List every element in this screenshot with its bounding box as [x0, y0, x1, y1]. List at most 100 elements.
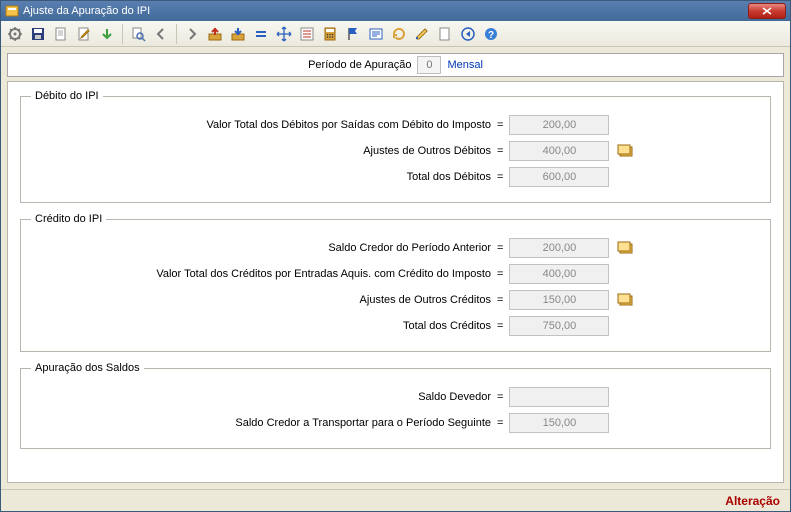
equals-sign: = — [497, 119, 503, 131]
toolbar-separator — [122, 24, 123, 44]
equals-icon — [253, 26, 269, 42]
input-credito-ajustes[interactable] — [509, 290, 609, 310]
input-credito-saldo-anterior[interactable] — [509, 238, 609, 258]
label: Valor Total dos Créditos por Entradas Aq… — [31, 268, 491, 280]
row-saldo-transportar: Saldo Credor a Transportar para o Períod… — [31, 410, 760, 436]
calculator-icon — [322, 26, 338, 42]
row-debito-total-saidas: Valor Total dos Débitos por Saídas com D… — [31, 112, 760, 138]
settings-button[interactable] — [4, 23, 26, 45]
label: Total dos Créditos — [31, 320, 491, 332]
label: Ajustes de Outros Débitos — [31, 145, 491, 157]
rewind-button[interactable] — [457, 23, 479, 45]
detail-credito-saldo-button[interactable] — [615, 238, 637, 258]
window: Ajuste da Apuração do IPI ? — [0, 0, 791, 512]
save-button[interactable] — [27, 23, 49, 45]
detail-debito-ajustes-button[interactable] — [615, 141, 637, 161]
page-button[interactable] — [434, 23, 456, 45]
equals-sign: = — [497, 391, 503, 403]
prev-button[interactable] — [150, 23, 172, 45]
label: Ajustes de Outros Créditos — [31, 294, 491, 306]
next-button[interactable] — [181, 23, 203, 45]
document-icon — [53, 26, 69, 42]
edit-button[interactable] — [73, 23, 95, 45]
period-type: Mensal — [447, 59, 482, 71]
save-icon — [30, 26, 46, 42]
content-area: Período de Apuração 0 Mensal Débito do I… — [1, 47, 790, 489]
credito-legend: Crédito do IPI — [31, 213, 106, 225]
status-text: Alteração — [725, 494, 780, 508]
equals-sign: = — [497, 171, 503, 183]
toolbar-separator — [176, 24, 177, 44]
equals-sign: = — [497, 417, 503, 429]
gear-icon — [7, 26, 23, 42]
row-debito-total: Total dos Débitos = — [31, 164, 760, 190]
chevron-left-icon — [154, 27, 168, 41]
page-icon — [437, 26, 453, 42]
list-icon — [299, 26, 315, 42]
credito-group: Crédito do IPI Saldo Credor do Período A… — [20, 213, 771, 352]
refresh-button[interactable] — [388, 23, 410, 45]
label: Valor Total dos Débitos por Saídas com D… — [31, 119, 491, 131]
import-button[interactable] — [227, 23, 249, 45]
chevron-right-icon — [185, 27, 199, 41]
svg-text:?: ? — [488, 30, 494, 41]
folder-stack-icon — [617, 142, 635, 160]
titlebar: Ajuste da Apuração do IPI — [1, 1, 790, 21]
folder-stack-icon — [617, 291, 635, 309]
export-button[interactable] — [204, 23, 226, 45]
close-button[interactable] — [748, 3, 786, 19]
calc-button[interactable] — [319, 23, 341, 45]
input-debito-ajustes[interactable] — [509, 141, 609, 161]
equals-button[interactable] — [250, 23, 272, 45]
app-icon — [5, 4, 19, 18]
input-debito-total[interactable] — [509, 167, 609, 187]
statusbar: Alteração — [1, 489, 790, 511]
input-credito-total-entradas[interactable] — [509, 264, 609, 284]
magnifier-icon — [130, 26, 146, 42]
row-saldo-devedor: Saldo Devedor = — [31, 384, 760, 410]
label: Saldo Devedor — [31, 391, 491, 403]
period-label: Período de Apuração — [308, 59, 411, 71]
period-bar: Período de Apuração 0 Mensal — [7, 53, 784, 77]
arrow-down-icon — [99, 26, 115, 42]
toolbar: ? — [1, 21, 790, 47]
document-button[interactable] — [50, 23, 72, 45]
window-title: Ajuste da Apuração do IPI — [23, 5, 150, 17]
equals-sign: = — [497, 145, 503, 157]
equals-sign: = — [497, 320, 503, 332]
debito-group: Débito do IPI Valor Total dos Débitos po… — [20, 90, 771, 203]
main-panel: Débito do IPI Valor Total dos Débitos po… — [7, 81, 784, 483]
down-button[interactable] — [96, 23, 118, 45]
input-saldo-devedor[interactable] — [509, 387, 609, 407]
close-icon — [762, 7, 772, 15]
row-credito-ajustes: Ajustes de Outros Créditos = — [31, 287, 760, 313]
list-button[interactable] — [296, 23, 318, 45]
preview-button[interactable] — [127, 23, 149, 45]
move-icon — [276, 26, 292, 42]
equals-sign: = — [497, 268, 503, 280]
period-value: 0 — [417, 56, 441, 74]
notes-button[interactable] — [365, 23, 387, 45]
help-button[interactable]: ? — [480, 23, 502, 45]
row-credito-total-entradas: Valor Total dos Créditos por Entradas Aq… — [31, 261, 760, 287]
folder-stack-icon — [617, 239, 635, 257]
row-debito-ajustes: Ajustes de Outros Débitos = — [31, 138, 760, 164]
move-button[interactable] — [273, 23, 295, 45]
equals-sign: = — [497, 242, 503, 254]
rewind-icon — [460, 26, 476, 42]
label: Total dos Débitos — [31, 171, 491, 183]
flag-button[interactable] — [342, 23, 364, 45]
apuracao-legend: Apuração dos Saldos — [31, 362, 144, 374]
equals-sign: = — [497, 294, 503, 306]
input-debito-total-saidas[interactable] — [509, 115, 609, 135]
debito-legend: Débito do IPI — [31, 90, 103, 102]
detail-credito-ajustes-button[interactable] — [615, 290, 637, 310]
flag-icon — [345, 26, 361, 42]
input-credito-total[interactable] — [509, 316, 609, 336]
label: Saldo Credor do Período Anterior — [31, 242, 491, 254]
input-saldo-transportar[interactable] — [509, 413, 609, 433]
pencil-button[interactable] — [411, 23, 433, 45]
notes-icon — [368, 26, 384, 42]
label: Saldo Credor a Transportar para o Períod… — [31, 417, 491, 429]
row-credito-total: Total dos Créditos = — [31, 313, 760, 339]
